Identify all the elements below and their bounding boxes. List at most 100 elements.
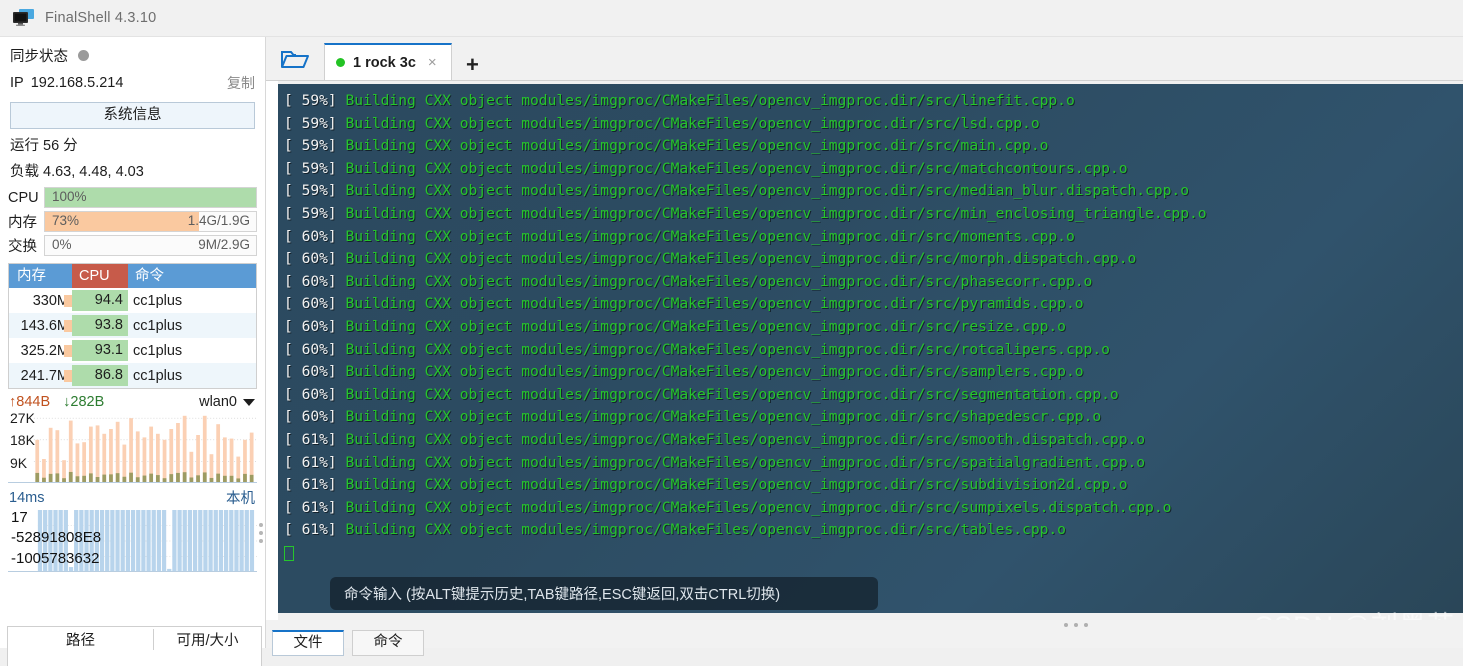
resource-percent-cpu: 100% bbox=[52, 189, 87, 204]
cell-cpu: 86.8 bbox=[72, 365, 128, 386]
command-input-placeholder: 命令输入 (按ALT键提示历史,TAB键路径,ESC键返回,双击CTRL切换) bbox=[344, 587, 781, 603]
build-message: Building CXX object modules/imgproc/CMak… bbox=[336, 363, 1084, 381]
terminal-output[interactable]: [ 59%] Building CXX object modules/imgpr… bbox=[278, 84, 1463, 613]
cell-cpu: 93.1 bbox=[72, 340, 128, 361]
table-row[interactable]: 143.6M 93.8 cc1plus bbox=[9, 313, 256, 338]
open-folder-icon[interactable] bbox=[266, 37, 324, 80]
bottom-tab-commands[interactable]: 命令 bbox=[352, 630, 424, 656]
sidebar-vertical-splitter[interactable] bbox=[259, 519, 264, 545]
cell-memory: 325.2M bbox=[9, 343, 72, 359]
terminal-line: [ 60%] Building CXX object modules/imgpr… bbox=[284, 384, 1463, 407]
terminal-line: [ 60%] Building CXX object modules/imgpr… bbox=[284, 293, 1463, 316]
terminal-line: [ 61%] Building CXX object modules/imgpr… bbox=[284, 474, 1463, 497]
build-message: Building CXX object modules/imgproc/CMak… bbox=[336, 137, 1049, 155]
load-average-label: 负载 4.63, 4.48, 4.03 bbox=[10, 164, 144, 180]
resource-track-memory: 73% 1.4G/1.9G bbox=[44, 211, 257, 232]
resource-label-swap: 交换 bbox=[8, 239, 37, 255]
build-message: Building CXX object modules/imgproc/CMak… bbox=[336, 385, 1119, 403]
network-interface-select[interactable]: wlan0 bbox=[199, 394, 255, 410]
table-row[interactable]: 241.7M 86.8 cc1plus bbox=[9, 363, 256, 388]
resource-label-memory: 内存 bbox=[8, 215, 37, 231]
status-dot-icon bbox=[78, 50, 89, 61]
build-percent: [ 59%] bbox=[284, 159, 337, 177]
cell-command: cc1plus bbox=[133, 367, 183, 384]
build-percent: [ 60%] bbox=[284, 363, 337, 381]
command-input[interactable]: 命令输入 (按ALT键提示历史,TAB键路径,ESC键返回,双击CTRL切换) bbox=[330, 577, 878, 610]
build-message: Building CXX object modules/imgproc/CMak… bbox=[336, 340, 1110, 358]
build-message: Building CXX object modules/imgproc/CMak… bbox=[336, 159, 1128, 177]
copy-ip-button[interactable]: 复制 bbox=[227, 73, 255, 93]
process-table: 内存 CPU 命令 330M 94.4 cc1plus 143.6M 93.8 cc1pl… bbox=[8, 263, 257, 389]
terminal-cursor-line bbox=[284, 542, 1463, 569]
table-row[interactable]: 330M 94.4 cc1plus bbox=[9, 288, 256, 313]
table-row[interactable]: 325.2M 93.1 cc1plus bbox=[9, 338, 256, 363]
terminal-line: [ 61%] Building CXX object modules/imgpr… bbox=[284, 429, 1463, 452]
terminal-line: [ 61%] Building CXX object modules/imgpr… bbox=[284, 452, 1463, 475]
build-percent: [ 60%] bbox=[284, 227, 337, 245]
column-header-cpu[interactable]: CPU bbox=[72, 264, 128, 288]
build-message: Building CXX object modules/imgproc/CMak… bbox=[336, 227, 1075, 245]
network-download: ↓282B bbox=[63, 394, 105, 410]
build-percent: [ 59%] bbox=[284, 182, 337, 200]
tab-rock-3c[interactable]: 1 rock 3c × bbox=[324, 43, 452, 80]
monitor-icon bbox=[13, 9, 35, 27]
new-tab-icon[interactable]: + bbox=[466, 54, 479, 76]
latency-overlay-2: -1005783632 bbox=[11, 550, 100, 567]
build-message: Building CXX object modules/imgproc/CMak… bbox=[336, 272, 1093, 290]
terminal-line: [ 61%] Building CXX object modules/imgpr… bbox=[284, 497, 1463, 520]
sync-status-row: 同步状态 bbox=[0, 37, 265, 70]
app-title: FinalShell 4.3.10 bbox=[45, 10, 157, 26]
terminal-line: [ 61%] Building CXX object modules/imgpr… bbox=[284, 519, 1463, 542]
build-percent: [ 60%] bbox=[284, 385, 337, 403]
bottom-tab-files[interactable]: 文件 bbox=[272, 630, 344, 656]
file-column-size[interactable]: 可用/大小 bbox=[154, 629, 261, 650]
cell-command: cc1plus bbox=[133, 292, 183, 309]
resource-detail-memory: 1.4G/1.9G bbox=[187, 213, 250, 228]
column-header-command[interactable]: 命令 bbox=[128, 264, 256, 288]
network-upload: ↑844B bbox=[9, 394, 51, 410]
network-ytick-1: 18K bbox=[10, 432, 35, 448]
title-bar: FinalShell 4.3.10 bbox=[0, 0, 1463, 37]
network-header: ↑844B ↓282B wlan0 bbox=[0, 389, 265, 411]
build-message: Building CXX object modules/imgproc/CMak… bbox=[336, 498, 1172, 516]
terminal-line: [ 60%] Building CXX object modules/imgpr… bbox=[284, 248, 1463, 271]
terminal-cursor bbox=[284, 545, 294, 561]
terminal-line: [ 59%] Building CXX object modules/imgpr… bbox=[284, 113, 1463, 136]
build-message: Building CXX object modules/imgproc/CMak… bbox=[336, 295, 1084, 313]
close-icon[interactable]: × bbox=[428, 55, 437, 70]
build-percent: [ 60%] bbox=[284, 408, 337, 426]
latency-header: 14ms 本机 bbox=[0, 483, 265, 508]
latency-value: 14ms bbox=[9, 489, 45, 506]
build-message: Building CXX object modules/imgproc/CMak… bbox=[336, 182, 1189, 200]
build-percent: [ 60%] bbox=[284, 340, 337, 358]
file-panel: 路径 可用/大小 bbox=[7, 626, 262, 666]
build-percent: [ 59%] bbox=[284, 204, 337, 222]
cell-cpu: 93.8 bbox=[72, 315, 128, 336]
terminal-line: [ 59%] Building CXX object modules/imgpr… bbox=[284, 203, 1463, 226]
resource-track-cpu: 100% bbox=[44, 187, 257, 208]
build-percent: [ 61%] bbox=[284, 453, 337, 471]
network-chart: 27K 18K 9K bbox=[8, 410, 257, 483]
resource-detail-swap: 9M/2.9G bbox=[198, 237, 250, 252]
build-percent: [ 61%] bbox=[284, 476, 337, 494]
cell-command: cc1plus bbox=[133, 342, 183, 359]
terminal-line: [ 60%] Building CXX object modules/imgpr… bbox=[284, 339, 1463, 362]
file-column-path[interactable]: 路径 bbox=[8, 629, 154, 650]
terminal-line: [ 60%] Building CXX object modules/imgpr… bbox=[284, 316, 1463, 339]
build-message: Building CXX object modules/imgproc/CMak… bbox=[336, 204, 1207, 222]
build-message: Building CXX object modules/imgproc/CMak… bbox=[336, 92, 1075, 109]
ip-label: IP bbox=[10, 75, 24, 91]
bottom-bar bbox=[266, 620, 1463, 648]
system-info-button[interactable]: 系统信息 bbox=[10, 102, 255, 129]
column-header-memory[interactable]: 内存 bbox=[9, 264, 72, 288]
chevron-down-icon bbox=[243, 398, 255, 406]
network-interface-label: wlan0 bbox=[199, 394, 237, 410]
build-percent: [ 59%] bbox=[284, 114, 337, 132]
cell-memory: 241.7M bbox=[9, 368, 72, 384]
horizontal-splitter[interactable] bbox=[1064, 623, 1088, 627]
build-percent: [ 61%] bbox=[284, 498, 337, 516]
ip-value: 192.168.5.214 bbox=[30, 75, 124, 91]
build-message: Building CXX object modules/imgproc/CMak… bbox=[336, 250, 1137, 268]
build-percent: [ 59%] bbox=[284, 137, 337, 155]
resource-percent-swap: 0% bbox=[52, 237, 72, 252]
